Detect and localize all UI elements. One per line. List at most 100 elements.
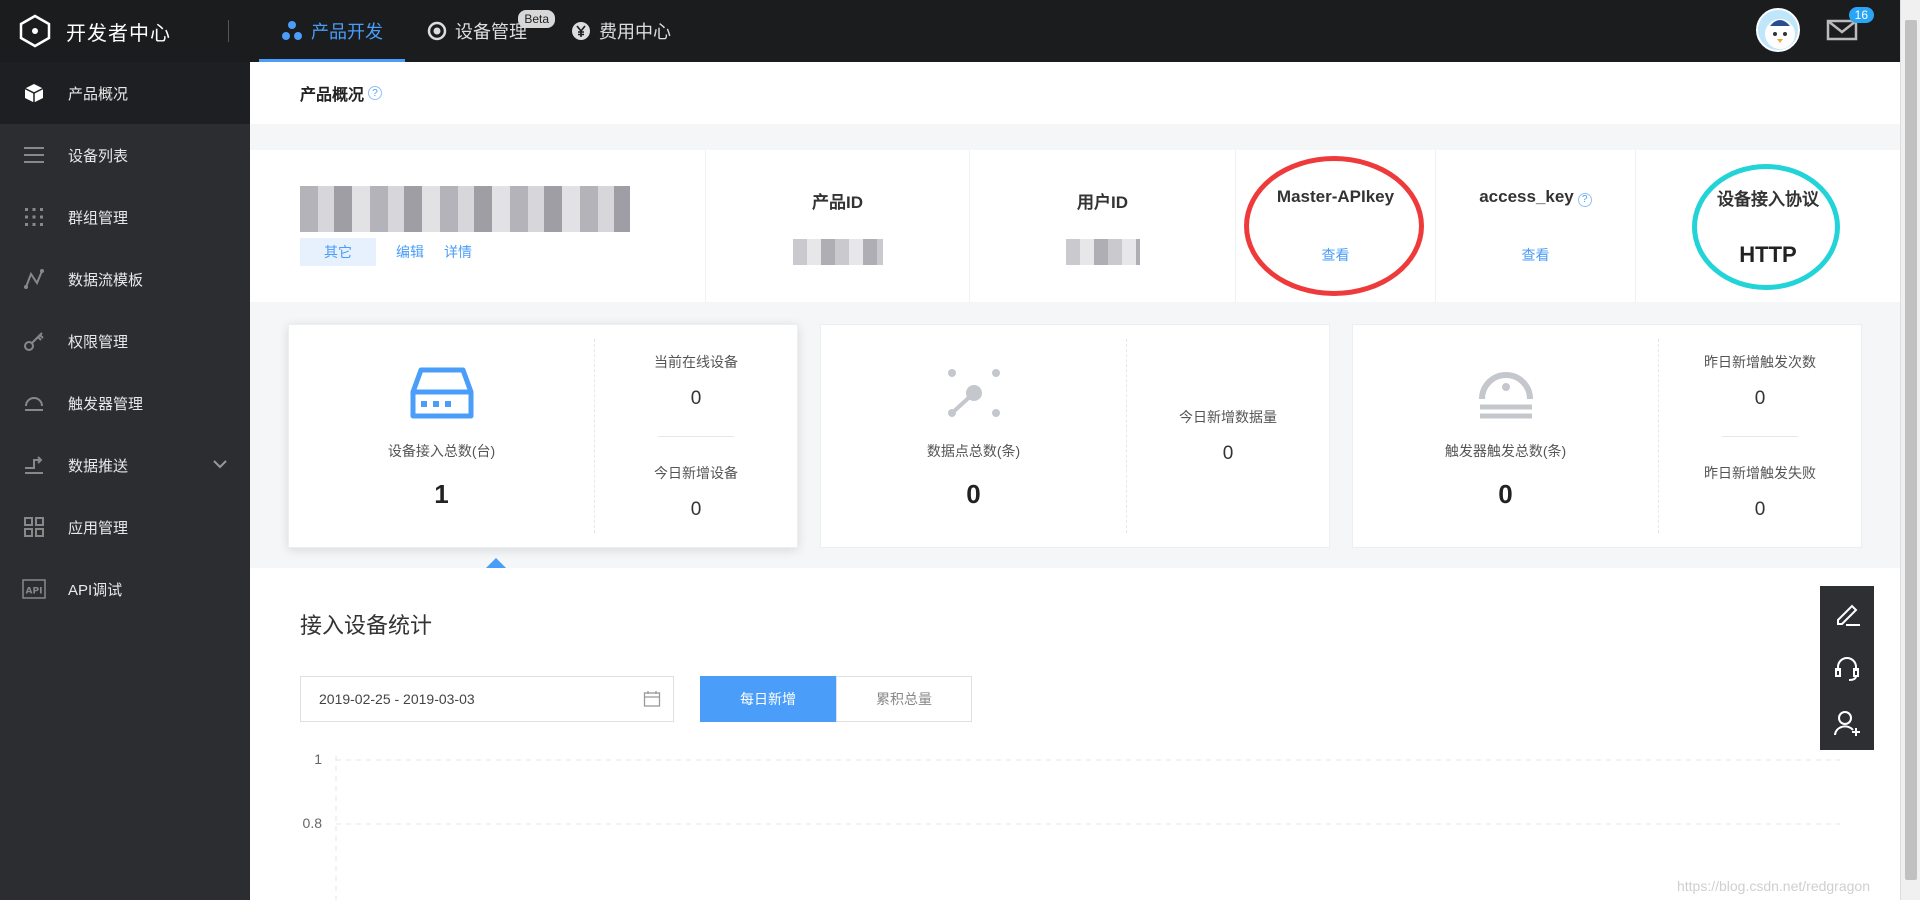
device-stats-title: 接入设备统计	[300, 613, 433, 638]
sub-value: 0	[1222, 443, 1234, 464]
sidebar-item-group-manage[interactable]: 群组管理	[0, 186, 250, 248]
stat-sub: 今日新增数据量 0	[1127, 325, 1329, 547]
master-apikey-view-link[interactable]: 查看	[1322, 245, 1350, 265]
hexagon-logo-icon	[19, 14, 51, 48]
bird-avatar-icon	[1765, 19, 1795, 49]
nav-product-dev[interactable]: 产品开发	[259, 0, 405, 62]
date-range-picker[interactable]: 2019-02-25 - 2019-03-03	[300, 676, 674, 722]
stat-main-label: 触发器触发总数(条)	[1444, 442, 1567, 459]
access-key-label-text: access_key	[1479, 187, 1574, 206]
stat-card-devices[interactable]: 设备接入总数(台) 1 当前在线设备 0 今日新增设备 0	[288, 324, 798, 548]
access-key-view-link[interactable]: 查看	[1522, 245, 1550, 265]
stat-sub-new-today: 今日新增设备 0	[654, 463, 738, 521]
active-card-pointer	[486, 558, 506, 568]
main-content: 产品概况 ? 其它 编辑 详情 产品ID 用户ID Master-APIkey …	[250, 62, 1900, 900]
api-icon: API	[22, 577, 46, 601]
chevron-down-icon[interactable]	[212, 456, 228, 472]
help-icon[interactable]: ?	[368, 86, 383, 100]
nav-device-manage[interactable]: 设备管理 Beta	[405, 0, 555, 62]
user-id-redacted	[1065, 238, 1140, 265]
stat-card-datapoints[interactable]: 数据点总数(条) 0 今日新增数据量 0	[820, 324, 1330, 548]
sidebar-item-permission[interactable]: 权限管理	[0, 310, 250, 372]
headset-icon[interactable]	[1832, 653, 1862, 683]
product-category-tag: 其它	[300, 238, 376, 266]
sub-label: 今日新增数据量	[1179, 409, 1277, 425]
trigger-dome-icon	[1476, 363, 1536, 423]
master-apikey-cell: Master-APIkey 查看	[1236, 150, 1436, 302]
nav-billing[interactable]: 费用中心	[549, 0, 693, 62]
tab-cumulative[interactable]: 累积总量	[836, 676, 972, 722]
access-key-cell: access_key? 查看	[1436, 150, 1636, 302]
sidebar-item-product-overview[interactable]: 产品概况	[0, 62, 250, 124]
vertical-scrollbar[interactable]	[1900, 0, 1920, 900]
sidebar-item-label: 数据流模板	[68, 271, 144, 289]
list-icon	[22, 143, 46, 167]
avatar[interactable]	[1756, 8, 1800, 52]
sub-value: 0	[690, 387, 702, 409]
protocol-label: 设备接入协议	[1717, 189, 1819, 209]
stats-row: 设备接入总数(台) 1 当前在线设备 0 今日新增设备 0 数据点总数(条) 0…	[288, 324, 1884, 548]
stats-mode-toggle: 每日新增 累积总量	[700, 676, 972, 722]
stat-main: 设备接入总数(台) 1	[289, 339, 595, 533]
protocol-value: HTTP	[1739, 241, 1797, 267]
sidebar-item-app-manage[interactable]: 应用管理	[0, 496, 250, 558]
stat-main-value: 0	[966, 478, 981, 509]
sidebar-item-label: API调试	[68, 581, 123, 599]
date-range-value: 2019-02-25 - 2019-03-03	[319, 691, 475, 707]
product-id-label: 产品ID	[812, 192, 863, 212]
stat-sub-online: 当前在线设备 0	[654, 352, 738, 410]
logo[interactable]: 开发者中心	[18, 14, 208, 48]
device-stats-chart: 1 0.8	[303, 751, 1840, 900]
top-bar: 开发者中心 产品开发 设备管理 Beta 费用中心 16	[0, 0, 1900, 62]
sidebar-item-api-debug[interactable]: API API调试	[0, 558, 250, 620]
trigger-icon	[22, 391, 46, 415]
sub-label: 今日新增设备	[654, 464, 738, 481]
detail-link[interactable]: 详情	[444, 242, 472, 262]
yen-icon	[572, 22, 590, 40]
molecule-icon	[282, 21, 302, 40]
mail-count-badge: 16	[1848, 7, 1874, 23]
device-drive-icon	[409, 363, 475, 423]
edit-pencil-icon[interactable]	[1832, 598, 1862, 628]
sub-value: 0	[1754, 498, 1766, 520]
sidebar-item-label: 权限管理	[68, 333, 129, 351]
stat-sub-trigger-fail: 昨日新增触发失败 0	[1704, 463, 1816, 521]
scrollbar-thumb[interactable]	[1905, 20, 1917, 880]
grid-dots-icon	[22, 205, 46, 229]
add-user-icon[interactable]	[1832, 708, 1862, 738]
sub-label: 昨日新增触发次数	[1704, 353, 1816, 370]
tab-daily-new[interactable]: 每日新增	[700, 676, 836, 722]
divider	[1722, 435, 1798, 437]
sidebar-item-datastream-template[interactable]: 数据流模板	[0, 248, 250, 310]
header-divider	[228, 20, 229, 42]
sidebar-item-label: 触发器管理	[68, 395, 144, 413]
device-stats-panel: 接入设备统计 2019-02-25 - 2019-03-03 每日新增 累积总量…	[250, 568, 1900, 900]
title-bar: 产品概况 ?	[250, 62, 1900, 124]
sidebar-item-data-push[interactable]: 数据推送	[0, 434, 250, 496]
sub-value: 0	[690, 498, 702, 520]
divider	[658, 435, 734, 437]
product-id-redacted	[792, 238, 883, 265]
stat-main: 数据点总数(条) 0	[821, 339, 1127, 533]
page-title: 产品概况	[300, 87, 365, 104]
stat-card-triggers[interactable]: 触发器触发总数(条) 0 昨日新增触发次数 0 昨日新增触发失败 0	[1352, 324, 1862, 548]
apps-icon	[22, 515, 46, 539]
data-points-icon	[944, 363, 1004, 423]
access-key-label: access_key?	[1479, 187, 1592, 207]
key-icon	[22, 329, 46, 353]
mail-button[interactable]: 16	[1826, 7, 1874, 47]
sidebar-item-label: 群组管理	[68, 209, 129, 227]
stat-main-value: 1	[434, 478, 449, 509]
edit-link[interactable]: 编辑	[396, 242, 424, 262]
app-title: 开发者中心	[66, 22, 171, 45]
access-key-help-icon[interactable]: ?	[1577, 192, 1592, 207]
stat-sub: 昨日新增触发次数 0 昨日新增触发失败 0	[1659, 325, 1861, 547]
stat-sub-new-data: 今日新增数据量 0	[1179, 407, 1277, 465]
push-icon	[22, 453, 46, 477]
stat-main: 触发器触发总数(条) 0	[1353, 339, 1659, 533]
stat-sub-trigger-count: 昨日新增触发次数 0	[1704, 352, 1816, 410]
sub-value: 0	[1754, 387, 1766, 409]
sidebar-item-device-list[interactable]: 设备列表	[0, 124, 250, 186]
sidebar-item-trigger[interactable]: 触发器管理	[0, 372, 250, 434]
sidebar: 产品概况 设备列表 群组管理 数据流模板 权限管理 触发器管理 数据推送 应用管…	[0, 62, 250, 900]
